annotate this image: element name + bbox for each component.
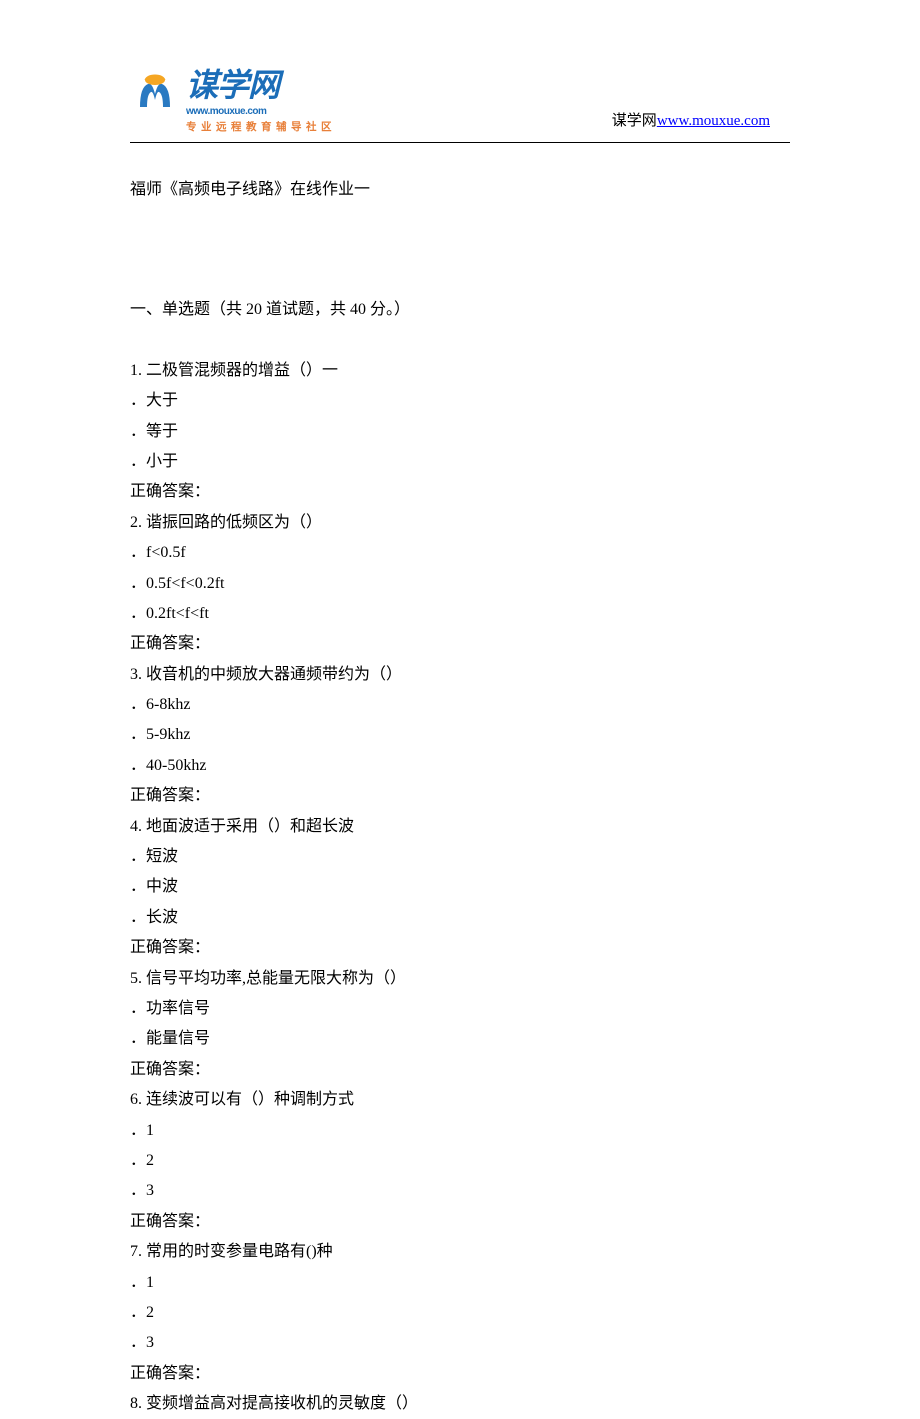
question-item: 4. 地面波适于采用（）和超长波．短波．中波．长波正确答案：: [130, 812, 790, 964]
question-stem: 1. 二极管混频器的增益（）一: [130, 356, 790, 386]
logo: 谋学网 www.mouxue.com 专业远程教育辅导社区: [130, 60, 336, 134]
question-stem: 5. 信号平均功率,总能量无限大称为（）: [130, 964, 790, 994]
question-option: ．中波: [130, 872, 790, 902]
question-option: ．能量信号: [130, 1024, 790, 1054]
question-option: ．40-50khz: [130, 751, 790, 781]
answer-label: 正确答案：: [130, 1055, 790, 1085]
question-option: ．5-9khz: [130, 720, 790, 750]
document-title: 福师《高频电子线路》在线作业一: [130, 175, 790, 205]
logo-url: www.mouxue.com: [186, 106, 336, 117]
logo-title: 谋学网: [186, 60, 279, 106]
answer-label: 正确答案：: [130, 477, 790, 507]
question-item: 5. 信号平均功率,总能量无限大称为（）．功率信号．能量信号正确答案：: [130, 964, 790, 1086]
question-stem: 2. 谐振回路的低频区为（）: [130, 508, 790, 538]
logo-tagline: 专业远程教育辅导社区: [186, 119, 336, 134]
question-stem: 3. 收音机的中频放大器通频带约为（）: [130, 660, 790, 690]
question-item: 1. 二极管混频器的增益（）一．大于．等于．小于正确答案：: [130, 356, 790, 508]
header-site-label: 谋学网www.mouxue.com: [612, 109, 770, 134]
answer-label: 正确答案：: [130, 933, 790, 963]
answer-label: 正确答案：: [130, 781, 790, 811]
question-stem: 4. 地面波适于采用（）和超长波: [130, 812, 790, 842]
question-option: ．1: [130, 1268, 790, 1298]
question-option: ．3: [130, 1176, 790, 1206]
question-item: 7. 常用的时变参量电路有()种．1．2．3正确答案：: [130, 1237, 790, 1389]
question-item: 8. 变频增益高对提高接收机的灵敏度（）: [130, 1389, 790, 1419]
document-content: 福师《高频电子线路》在线作业一 一、单选题（共 20 道试题，共 40 分。） …: [0, 143, 920, 1419]
answer-label: 正确答案：: [130, 1207, 790, 1237]
question-option: ．3: [130, 1328, 790, 1358]
question-option: ．2: [130, 1298, 790, 1328]
question-option: ．功率信号: [130, 994, 790, 1024]
question-option: ．0.2ft<f<ft: [130, 599, 790, 629]
question-option: ．小于: [130, 447, 790, 477]
question-option: ．1: [130, 1116, 790, 1146]
answer-label: 正确答案：: [130, 629, 790, 659]
question-item: 6. 连续波可以有（）种调制方式．1．2．3正确答案：: [130, 1085, 790, 1237]
question-option: ．短波: [130, 842, 790, 872]
question-item: 3. 收音机的中频放大器通频带约为（）．6-8khz．5-9khz．40-50k…: [130, 660, 790, 812]
question-option: ．f<0.5f: [130, 538, 790, 568]
site-link[interactable]: www.mouxue.com: [657, 113, 770, 129]
questions-list: 1. 二极管混频器的增益（）一．大于．等于．小于正确答案：2. 谐振回路的低频区…: [130, 356, 790, 1419]
question-option: ．2: [130, 1146, 790, 1176]
answer-label: 正确答案：: [130, 1359, 790, 1389]
page-header: 谋学网 www.mouxue.com 专业远程教育辅导社区 谋学网www.mou…: [0, 0, 920, 142]
question-item: 2. 谐振回路的低频区为（）．f<0.5f．0.5f<f<0.2ft．0.2ft…: [130, 508, 790, 660]
question-option: ．等于: [130, 417, 790, 447]
question-stem: 6. 连续波可以有（）种调制方式: [130, 1085, 790, 1115]
question-stem: 7. 常用的时变参量电路有()种: [130, 1237, 790, 1267]
site-text: 谋学网: [612, 113, 657, 129]
question-stem: 8. 变频增益高对提高接收机的灵敏度（）: [130, 1389, 790, 1419]
logo-text: 谋学网 www.mouxue.com 专业远程教育辅导社区: [186, 60, 336, 134]
question-option: ．长波: [130, 903, 790, 933]
question-option: ．6-8khz: [130, 690, 790, 720]
logo-icon: [130, 72, 180, 122]
question-option: ．0.5f<f<0.2ft: [130, 569, 790, 599]
section-title: 一、单选题（共 20 道试题，共 40 分。）: [130, 295, 790, 325]
question-option: ．大于: [130, 386, 790, 416]
